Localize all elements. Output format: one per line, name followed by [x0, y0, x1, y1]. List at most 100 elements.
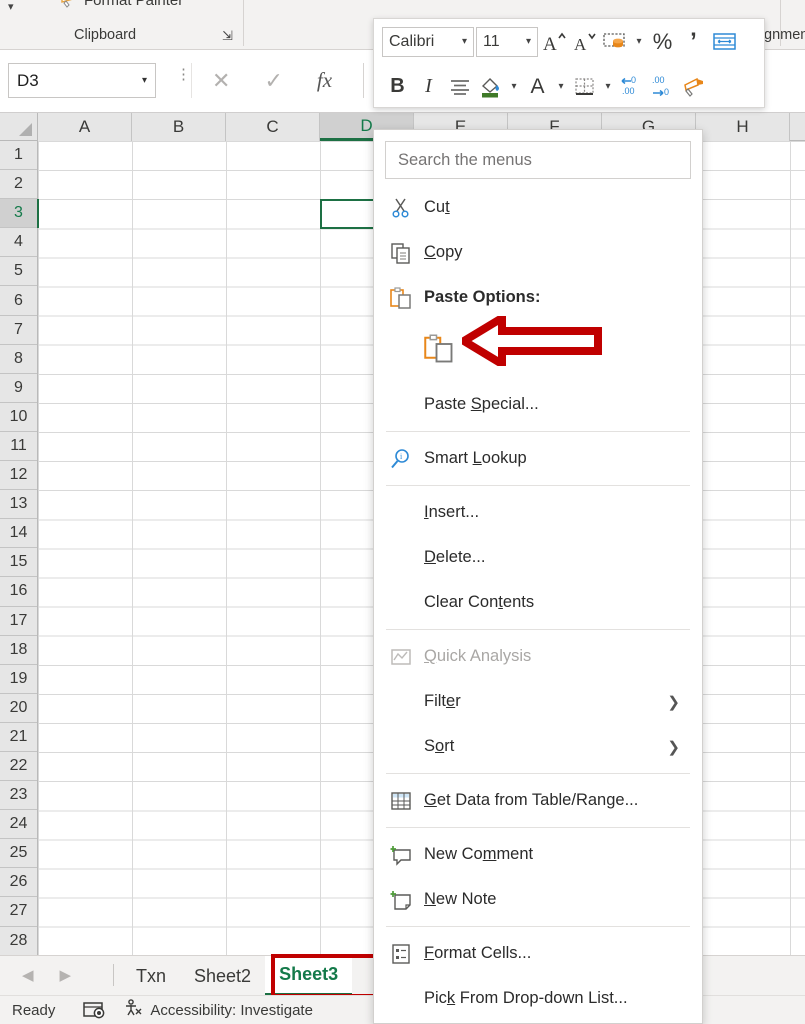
row-header-17[interactable]: 17 [0, 607, 37, 636]
row-headers: 1 2 3 4 5 6 7 8 9 10 11 12 13 14 15 16 17 18 19 20 21 22 23 24 2… [0, 141, 38, 955]
fill-color-dropdown-icon[interactable]: ▾ [506, 81, 522, 92]
menu-item-sort[interactable]: Sort ❯ [374, 724, 702, 769]
menu-item-label: Paste Special... [424, 395, 539, 413]
sheet-tab-txn[interactable]: Txn [122, 956, 180, 996]
column-header-h[interactable]: H [696, 113, 790, 141]
format-painter-button[interactable]: Format Painter [60, 0, 183, 9]
font-name-box[interactable]: Calibri ▾ [382, 26, 474, 57]
italic-icon[interactable]: I [413, 71, 444, 102]
sheet-tab-sheet3[interactable]: Sheet3 [265, 956, 353, 996]
enter-formula-icon[interactable]: ✓ [264, 68, 282, 94]
increase-font-size-icon[interactable]: A [538, 26, 569, 57]
menu-item-label: Get Data from Table/Range... [424, 791, 639, 809]
cancel-formula-icon[interactable]: ✕ [212, 68, 230, 94]
menu-item-new-comment[interactable]: New Comment [374, 832, 702, 877]
menu-item-clear-contents[interactable]: Clear Contents [374, 580, 702, 625]
smart-lookup-icon: i [390, 448, 424, 470]
row-header-9[interactable]: 9 [0, 374, 37, 403]
select-all-button[interactable] [0, 113, 38, 141]
row-header-22[interactable]: 22 [0, 752, 37, 782]
chevron-right-icon[interactable]: ▶ [60, 966, 72, 984]
row-header-18[interactable]: 18 [0, 636, 37, 665]
row-header-3[interactable]: 3 [0, 199, 37, 229]
row-header-7[interactable]: 7 [0, 316, 37, 345]
menu-item-copy[interactable]: Copy [374, 230, 702, 275]
format-cells-dialog-icon[interactable] [709, 26, 740, 57]
row-header-1[interactable]: 1 [0, 141, 37, 171]
menu-item-new-note[interactable]: New Note [374, 877, 702, 922]
accounting-dropdown-icon[interactable]: ▾ [631, 36, 647, 47]
row-header-2[interactable]: 2 [0, 170, 37, 200]
row-header-10[interactable]: 10 [0, 403, 37, 432]
column-header-a[interactable]: A [38, 113, 132, 141]
borders-icon[interactable] [569, 71, 600, 102]
menu-item-format-cells[interactable]: Format Cells... [374, 931, 702, 976]
format-painter-icon[interactable] [678, 71, 709, 102]
row-header-25[interactable]: 25 [0, 839, 37, 869]
increase-decimal-icon[interactable]: .00 0 [647, 71, 678, 102]
record-macro-icon[interactable] [83, 1001, 105, 1019]
row-header-23[interactable]: 23 [0, 781, 37, 811]
row-header-6[interactable]: 6 [0, 286, 37, 316]
menu-item-filter[interactable]: Filter ❯ [374, 679, 702, 724]
row-header-24[interactable]: 24 [0, 810, 37, 840]
format-cells-icon [390, 943, 424, 965]
chevron-down-icon[interactable]: ▾ [462, 36, 467, 47]
borders-dropdown-icon[interactable]: ▾ [600, 81, 616, 92]
decrease-font-size-icon[interactable]: A [569, 26, 600, 57]
clipboard-dialog-launcher-icon[interactable]: ⇲ [222, 28, 233, 44]
menu-item-get-data-from-table-range[interactable]: Get Data from Table/Range... [374, 778, 702, 823]
row-header-16[interactable]: 16 [0, 577, 37, 607]
accounting-number-format-icon[interactable] [600, 26, 631, 57]
name-box[interactable]: D3 ▾ [8, 63, 156, 98]
row-header-13[interactable]: 13 [0, 490, 37, 520]
chevron-down-icon[interactable]: ▾ [8, 0, 14, 13]
chevron-left-icon[interactable]: ◀ [22, 966, 34, 984]
row-header-28[interactable]: 28 [0, 927, 37, 955]
menu-item-paste-special[interactable]: Paste Special... [374, 382, 702, 427]
svg-text:A: A [574, 35, 587, 53]
row-header-26[interactable]: 26 [0, 868, 37, 898]
menu-separator [386, 431, 690, 432]
insert-function-icon[interactable]: fx [317, 68, 332, 93]
row-header-11[interactable]: 11 [0, 432, 37, 462]
row-header-21[interactable]: 21 [0, 723, 37, 752]
menu-item-cut[interactable]: Cut [374, 185, 702, 230]
font-color-icon[interactable]: A [522, 71, 553, 102]
comma-style-icon[interactable]: ’ [678, 26, 709, 57]
fill-color-icon[interactable] [475, 71, 506, 102]
excel-window: ▾ Format Painter Clipboard ⇲ gnmen D3 ▾ … [0, 0, 805, 1024]
row-header-20[interactable]: 20 [0, 694, 37, 723]
chevron-down-icon[interactable]: ▾ [142, 75, 147, 86]
sheet-tab-sheet2[interactable]: Sheet2 [180, 956, 265, 996]
row-header-4[interactable]: 4 [0, 228, 37, 258]
menu-item-label: Cut [424, 198, 450, 216]
row-header-19[interactable]: 19 [0, 665, 37, 694]
menu-separator [386, 629, 690, 630]
percent-style-icon[interactable]: % [647, 26, 678, 57]
menu-item-smart-lookup[interactable]: i Smart Lookup [374, 436, 702, 481]
font-size-value: 11 [483, 32, 500, 50]
column-header-b[interactable]: B [132, 113, 226, 141]
paste-values-icon[interactable] [424, 334, 454, 369]
row-header-12[interactable]: 12 [0, 461, 37, 491]
font-size-box[interactable]: 11 ▾ [476, 26, 538, 57]
menu-item-insert[interactable]: Insert... [374, 490, 702, 535]
decrease-decimal-icon[interactable]: 0 .00 [616, 71, 647, 102]
row-header-15[interactable]: 15 [0, 548, 37, 578]
row-header-27[interactable]: 27 [0, 897, 37, 927]
formula-bar-handle[interactable]: ⋮ [176, 67, 191, 82]
menu-item-delete[interactable]: Delete... [374, 535, 702, 580]
ribbon-divider [243, 0, 244, 46]
row-header-5[interactable]: 5 [0, 257, 37, 287]
row-header-14[interactable]: 14 [0, 519, 37, 549]
bold-icon[interactable]: B [382, 71, 413, 102]
chevron-down-icon[interactable]: ▾ [526, 36, 531, 47]
search-the-menus-input[interactable]: Search the menus [385, 141, 691, 179]
column-header-c[interactable]: C [226, 113, 320, 141]
accessibility-status[interactable]: Accessibility: Investigate [123, 999, 313, 1021]
menu-item-pick-from-dropdown-list[interactable]: Pick From Drop-down List... [374, 976, 702, 1021]
font-color-dropdown-icon[interactable]: ▾ [553, 81, 569, 92]
center-align-icon[interactable] [444, 71, 475, 102]
row-header-8[interactable]: 8 [0, 345, 37, 374]
